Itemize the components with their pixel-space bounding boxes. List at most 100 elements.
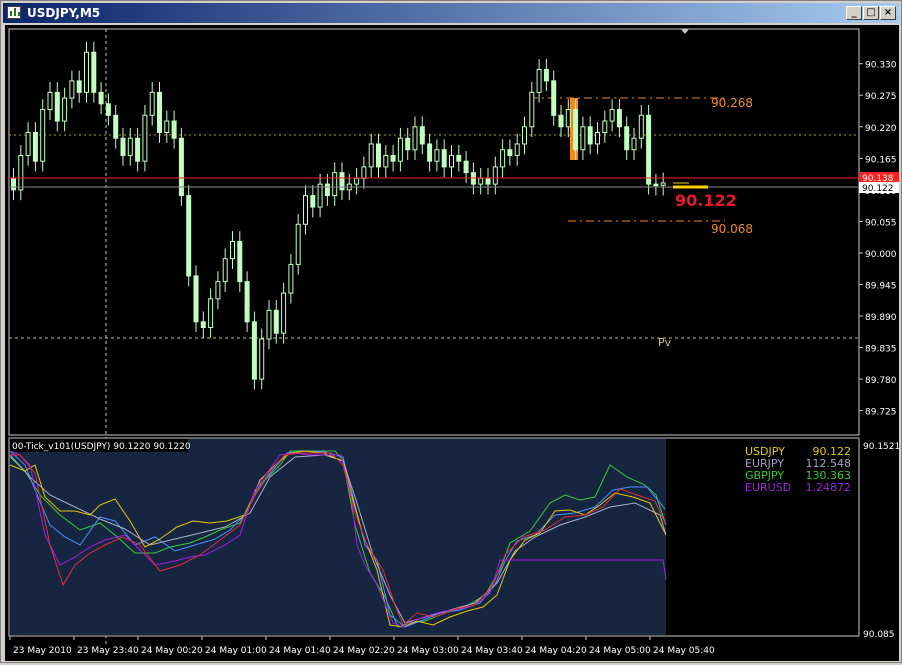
candle-body	[215, 281, 221, 300]
level-high-label: 90.268	[711, 96, 753, 110]
price-axis-label: 89.945	[865, 281, 897, 291]
indicator-label: 00-Tick_v101(USDJPY) 90.1220 90.1220	[12, 442, 191, 452]
time-axis-label: 23 May 23:40	[77, 646, 139, 656]
candle-body	[54, 91, 60, 122]
candle-body	[98, 91, 104, 105]
candle-body	[222, 258, 228, 283]
indicator-panel	[10, 439, 666, 635]
price-axis-label: 89.780	[865, 376, 897, 386]
candle-body	[580, 126, 586, 151]
candle-body	[478, 177, 484, 185]
candle-body	[514, 143, 520, 156]
bid-price-label: 90.122	[862, 184, 894, 194]
candle-body	[492, 166, 498, 185]
time-axis: 23 May 2010 23 May 23:40 24 May 00:20 24 Ma…	[9, 636, 715, 656]
candle-body	[427, 143, 433, 162]
candle-body	[609, 109, 615, 122]
candle-body	[281, 292, 287, 334]
price-axis-label: 90.275	[865, 92, 897, 102]
maximize-button[interactable]: □	[863, 6, 879, 20]
chart-area[interactable]: 90.268 90.068 90.122 Pv 90.330 90.275 90.2…	[5, 25, 900, 661]
price-axis-label: 89.725	[865, 408, 897, 418]
title-bar[interactable]: USDJPY,M5 _ □ ×	[3, 3, 899, 23]
pivot-label: Pv	[658, 336, 672, 349]
candle-body	[500, 149, 506, 168]
candle-body	[259, 338, 265, 380]
candle-body	[244, 281, 250, 323]
candle-body	[40, 109, 46, 162]
level-low-label: 90.068	[711, 222, 753, 236]
candle-body	[230, 240, 235, 260]
candle-body	[631, 137, 637, 151]
candle-body	[624, 126, 630, 151]
candle-body	[595, 132, 600, 145]
candle-body	[208, 298, 214, 328]
legend-symbol: EURUSD	[745, 481, 791, 494]
candle-body	[573, 109, 579, 151]
chart-window-icon	[7, 6, 21, 19]
price-axis-label: 90.165	[865, 155, 897, 165]
candle-body	[120, 137, 126, 156]
price-chart[interactable]: 90.268 90.068 90.122 Pv 90.330 90.275 90.2…	[5, 25, 900, 661]
candle-body	[551, 80, 557, 116]
candle-body	[485, 177, 491, 185]
candle-body	[69, 80, 75, 99]
time-axis-label: 24 May 01:40	[269, 646, 331, 656]
candle-body	[200, 321, 206, 329]
candle-body	[18, 154, 24, 191]
candle-body	[237, 240, 243, 283]
candle-body	[91, 51, 97, 93]
candle-body	[142, 114, 148, 162]
candle-body	[149, 91, 155, 116]
candle-body	[295, 223, 301, 265]
minimize-button[interactable]: _	[846, 6, 862, 20]
candle-body	[397, 137, 403, 162]
price-axis-label: 90.220	[865, 124, 897, 134]
price-lines	[9, 177, 859, 189]
candle-body	[127, 137, 133, 156]
candle-body	[361, 166, 367, 179]
candle-body	[171, 120, 177, 139]
candle-body	[317, 183, 323, 208]
time-axis-label: 24 May 03:40	[461, 646, 523, 656]
candle-body	[390, 154, 396, 162]
chart-shift-icon[interactable]	[681, 29, 689, 34]
terminal-window: USDJPY,M5 _ □ × 90.268 90.068 90.122 Pv …	[0, 0, 902, 663]
candle-body	[113, 114, 119, 139]
candle-body	[405, 137, 411, 151]
candle-body	[383, 154, 389, 168]
candle-body	[105, 103, 111, 116]
candle-body	[376, 143, 381, 168]
candle-body	[310, 195, 316, 208]
candle-body	[456, 154, 462, 162]
candle-body	[11, 177, 16, 191]
candle-body	[186, 195, 192, 277]
candle-body	[76, 80, 82, 93]
candle-body	[638, 114, 644, 139]
candle-body	[646, 114, 652, 185]
candle-body	[273, 309, 279, 334]
candle-body	[441, 149, 447, 168]
candle-body	[522, 126, 527, 145]
candle-body	[157, 91, 162, 134]
candle-body	[616, 109, 622, 128]
candle-body	[507, 149, 513, 156]
legend-value: 1.24872	[806, 481, 852, 494]
candle-body	[193, 275, 199, 323]
indicator-top-value: 90.1521	[863, 442, 899, 452]
price-axis: 90.33090.27590.22090.16590.11090.05590.0…	[859, 61, 897, 418]
price-axis-label: 90.055	[865, 218, 897, 228]
candle-body	[558, 114, 564, 128]
time-axis-label: 24 May 03:00	[397, 646, 459, 656]
candle-body	[303, 195, 308, 225]
price-axis-label: 90.000	[865, 250, 897, 260]
candle-body	[324, 183, 330, 197]
time-axis-label: 24 May 01:00	[205, 646, 267, 656]
candle-body	[32, 132, 38, 162]
candle-body	[412, 126, 418, 151]
candle-body	[288, 263, 294, 294]
time-axis-label: 24 May 02:20	[333, 646, 395, 656]
close-button[interactable]: ×	[880, 6, 896, 20]
candle-body	[354, 177, 360, 185]
candle-body	[266, 309, 272, 340]
